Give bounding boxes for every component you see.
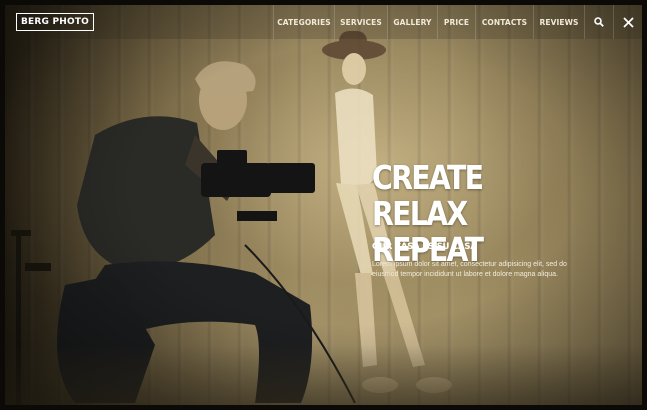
nav-gallery[interactable]: GALLERY <box>387 5 437 39</box>
nav-services[interactable]: SERVICES <box>334 5 387 39</box>
nav-contacts[interactable]: CONTACTS <box>475 5 533 39</box>
search-button[interactable] <box>584 5 613 39</box>
close-icon <box>622 16 634 28</box>
hero-description-line-1: Lorem ipsum dolor sit amet, consectetur … <box>372 261 567 268</box>
nav-categories[interactable]: CATEGORIES <box>273 5 334 39</box>
hero-title-line-1: CREATE RELAX <box>372 158 484 233</box>
nav-reviews[interactable]: REVIEWS <box>533 5 584 39</box>
nav-price[interactable]: PRICE <box>437 5 475 39</box>
hero-section: BERG PHOTO CATEGORIES SERVICES GALLERY P… <box>5 5 642 405</box>
main-nav: CATEGORIES SERVICES GALLERY PRICE CONTAC… <box>273 5 642 39</box>
hero-description: Lorem ipsum dolor sit amet, consectetur … <box>372 260 597 280</box>
top-navigation-bar: BERG PHOTO CATEGORIES SERVICES GALLERY P… <box>5 5 642 39</box>
close-button[interactable] <box>613 5 642 39</box>
hero-description-line-2: eiusmod tempor incididunt ut labore et d… <box>372 271 559 278</box>
logo[interactable]: BERG PHOTO <box>16 13 95 31</box>
search-icon <box>594 17 604 27</box>
hero-subtitle: OUR CASA ES SU CASA <box>372 242 477 252</box>
